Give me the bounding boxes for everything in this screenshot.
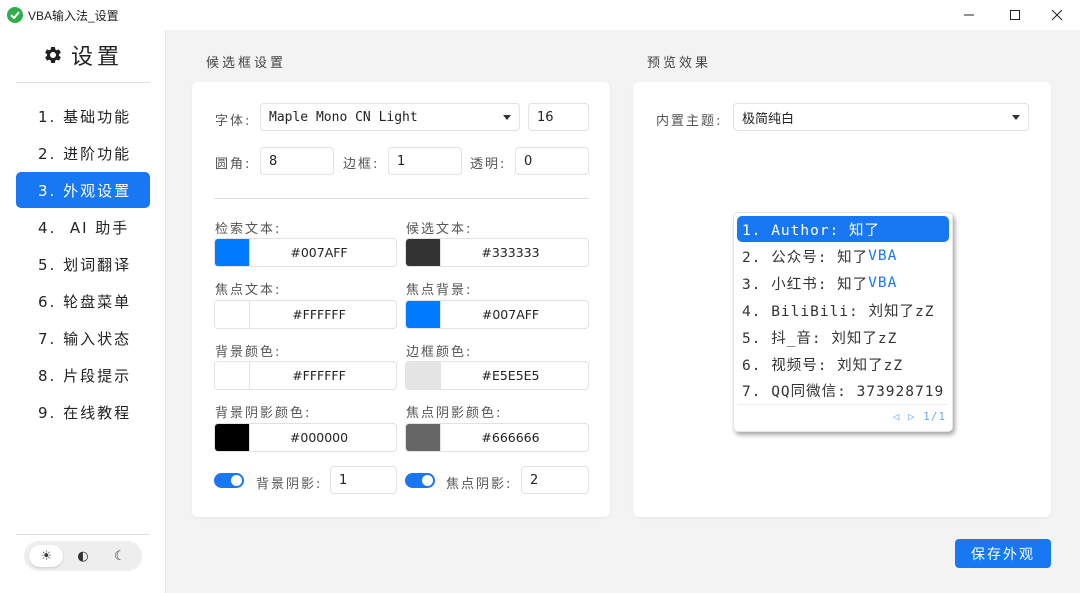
sun-icon[interactable]: ☀ <box>29 545 64 567</box>
font-select[interactable]: Maple Mono CN Light <box>260 103 520 131</box>
pager: ◁ ▷ 1/1 <box>892 410 946 423</box>
color-hex: #FFFFFF <box>292 307 346 322</box>
bg-shadow-color-picker[interactable]: #000000 <box>214 423 397 452</box>
opacity-label: 透明: <box>470 157 507 172</box>
color-swatch <box>406 239 441 266</box>
sidebar: 设置 1. 基础功能 2. 进阶功能 3. 外观设置 4. AI 助手 5. 划… <box>0 30 166 593</box>
font-value: Maple Mono CN Light <box>269 109 418 125</box>
divider <box>16 82 150 83</box>
search-text-color-picker[interactable]: #007AFF <box>214 238 397 267</box>
divider <box>16 534 150 535</box>
candidate-item: 2. 公众号: 知了 VBA <box>742 248 898 266</box>
sidebar-item-translate[interactable]: 5. 划词翻译 <box>16 246 150 282</box>
sidebar-item-input-status[interactable]: 7. 输入状态 <box>16 320 150 356</box>
focus-text-label: 焦点文本: <box>215 283 282 298</box>
sidebar-nav: 1. 基础功能 2. 进阶功能 3. 外观设置 4. AI 助手 5. 划词翻译… <box>16 98 150 431</box>
bg-shadow-toggle[interactable] <box>214 473 244 488</box>
font-label: 字体: <box>215 114 252 129</box>
focus-text-color-picker[interactable]: #FFFFFF <box>214 300 397 329</box>
candidate-item: 1. Author: 知了 <box>737 216 949 242</box>
toggle-knob <box>231 475 242 486</box>
color-swatch <box>406 362 441 389</box>
radius-label: 圆角: <box>215 157 252 172</box>
bg-shadow-label: 背景阴影: <box>256 477 323 492</box>
color-hex: #007AFF <box>290 245 348 260</box>
minimize-icon <box>964 14 974 16</box>
search-text-label: 检索文本: <box>215 222 282 237</box>
sidebar-item-wheel-menu[interactable]: 6. 轮盘菜单 <box>16 283 150 319</box>
chevron-down-icon <box>1012 115 1020 120</box>
border-color-picker[interactable]: #E5E5E5 <box>405 361 589 390</box>
divider <box>738 404 948 405</box>
color-swatch <box>215 362 250 389</box>
color-hex: #007AFF <box>481 307 540 322</box>
maximize-button[interactable] <box>992 0 1038 30</box>
sidebar-header: 设置 <box>0 40 166 70</box>
save-appearance-button[interactable]: 保存外观 <box>955 539 1051 568</box>
bg-shadow-input[interactable]: 1 <box>330 466 397 494</box>
candidate-text-label: 候选文本: <box>406 222 473 237</box>
toggle-knob <box>422 475 433 486</box>
candidate-item: 5. 抖_音: 刘知了zZ <box>742 330 898 347</box>
theme-value: 极简纯白 <box>742 111 795 127</box>
color-hex: #000000 <box>289 430 349 445</box>
color-hex: #666666 <box>481 430 540 445</box>
contrast-icon[interactable]: ◐ <box>66 545 100 567</box>
bg-shadow-color-label: 背景阴影颜色: <box>215 406 312 421</box>
sidebar-item-appearance[interactable]: 3. 外观设置 <box>16 172 150 208</box>
chevron-down-icon <box>503 115 511 120</box>
theme-mode-switch: ☀ ◐ ☾ <box>24 541 142 571</box>
border-color-label: 边框颜色: <box>406 345 473 360</box>
color-hex: #FFFFFF <box>292 368 346 383</box>
theme-label: 内置主题: <box>656 114 723 129</box>
candidate-item: 3. 小红书: 知了 VBA <box>742 275 898 293</box>
focus-shadow-label: 焦点阴影: <box>446 477 513 492</box>
color-hex: #E5E5E5 <box>481 368 540 383</box>
candidate-preview-popup: 1. Author: 知了 2. 公众号: 知了 VBA 3. 小红书: 知了 VB… <box>733 212 953 432</box>
bg-color-label: 背景颜色: <box>215 345 282 360</box>
focus-shadow-toggle[interactable] <box>405 473 435 488</box>
border-label: 边框: <box>343 157 380 172</box>
section-title-preview: 预览效果 <box>647 56 712 71</box>
sidebar-item-tutorial[interactable]: 9. 在线教程 <box>16 394 150 430</box>
minimize-button[interactable] <box>946 0 992 30</box>
color-swatch <box>215 424 250 451</box>
color-swatch <box>406 424 441 451</box>
moon-icon[interactable]: ☾ <box>103 545 137 567</box>
title-bar: VBA输入法_设置 <box>0 0 1080 30</box>
app-logo-icon <box>7 7 23 23</box>
sidebar-item-snippets[interactable]: 8. 片段提示 <box>16 357 150 393</box>
color-swatch <box>406 301 441 328</box>
gear-icon <box>45 46 61 63</box>
section-title-candidate: 候选框设置 <box>206 56 287 71</box>
focus-bg-label: 焦点背景: <box>406 283 473 298</box>
close-button[interactable] <box>1034 0 1080 30</box>
radius-input[interactable]: 8 <box>260 147 334 175</box>
maximize-icon <box>1010 10 1020 20</box>
focus-shadow-color-picker[interactable]: #666666 <box>405 423 589 452</box>
color-swatch <box>215 239 250 266</box>
candidate-item: 4. BiliBili: 刘知了zZ <box>742 303 935 320</box>
border-input[interactable]: 1 <box>388 147 462 175</box>
page-title: 设置 <box>70 45 123 70</box>
sidebar-item-ai-assistant[interactable]: 4. AI 助手 <box>16 209 150 245</box>
color-swatch <box>215 301 250 328</box>
candidate-text-color-picker[interactable]: #333333 <box>405 238 589 267</box>
sidebar-item-basic[interactable]: 1. 基础功能 <box>16 98 150 134</box>
sidebar-item-advanced[interactable]: 2. 进阶功能 <box>16 135 150 171</box>
bg-color-picker[interactable]: #FFFFFF <box>214 361 397 390</box>
window-title: VBA输入法_设置 <box>28 9 119 23</box>
opacity-input[interactable]: 0 <box>515 147 589 175</box>
focus-shadow-input[interactable]: 2 <box>521 466 589 494</box>
focus-bg-color-picker[interactable]: #007AFF <box>405 300 589 329</box>
color-hex: #333333 <box>481 245 540 260</box>
theme-select[interactable]: 极简纯白 <box>733 103 1029 131</box>
close-icon <box>1052 10 1062 20</box>
candidate-item: 7. QQ同微信: 373928719 <box>742 383 945 400</box>
divider <box>214 198 589 199</box>
candidate-item: 6. 视频号: 刘知了zZ <box>742 357 904 374</box>
font-size-input[interactable]: 16 <box>528 103 589 131</box>
focus-shadow-color-label: 焦点阴影颜色: <box>406 406 503 421</box>
